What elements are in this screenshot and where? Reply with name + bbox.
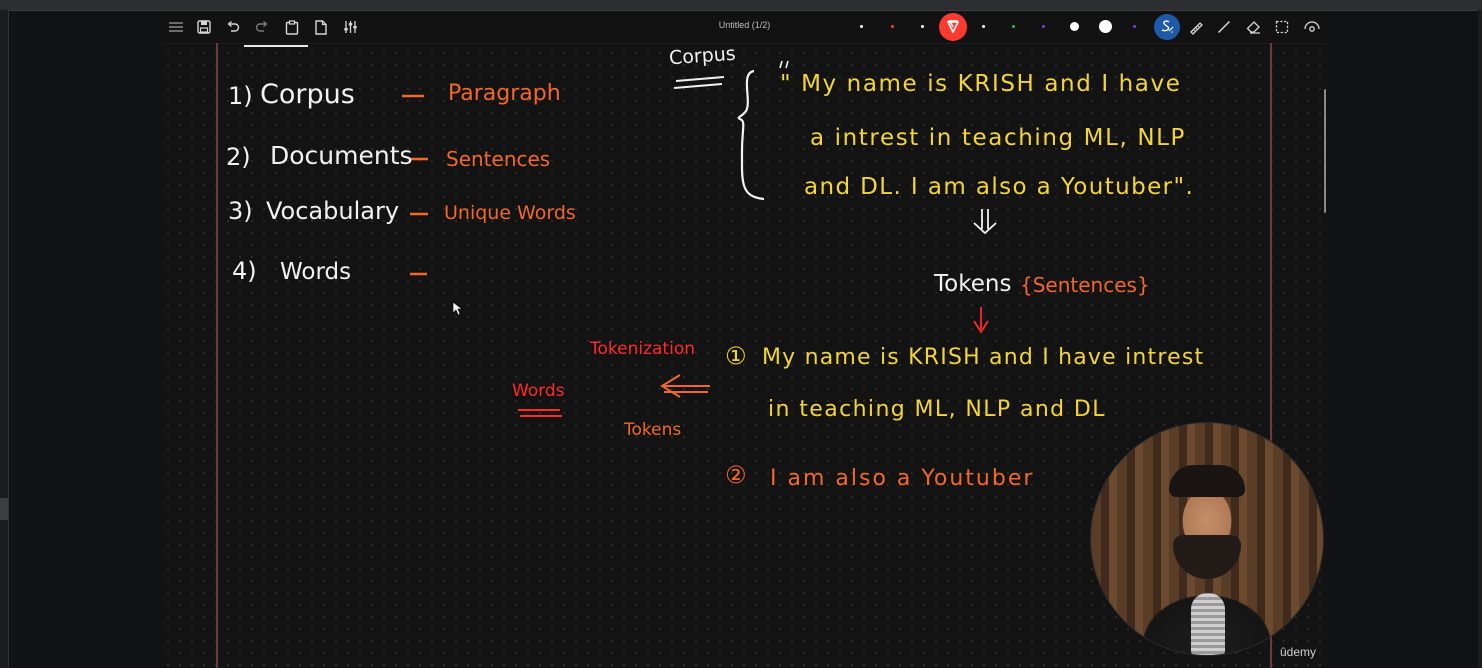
browser-top-strip [0, 0, 1482, 11]
side-tab-handle[interactable] [0, 498, 8, 520]
webcam-person-hair [1169, 465, 1245, 497]
right-window-edge [1478, 10, 1482, 668]
instructor-webcam-feed [1091, 423, 1323, 655]
brand-watermark: ûdemy [1280, 645, 1317, 659]
webcam-person-beard [1173, 535, 1241, 579]
left-window-edge [0, 10, 9, 668]
microphone-icon [1191, 593, 1225, 655]
whiteboard-app: Untitled (1/2) 1) Corpus Paragraph 2) Do… [162, 11, 1327, 668]
